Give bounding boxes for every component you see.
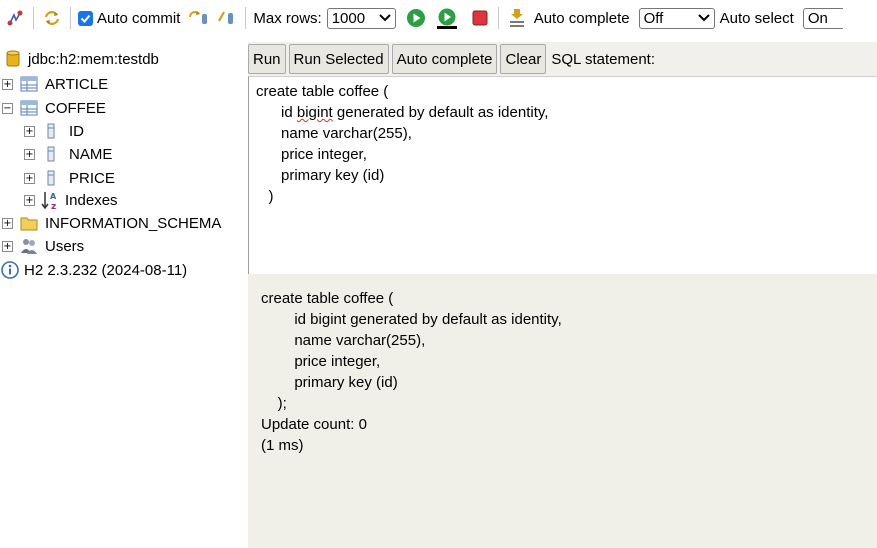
tree-item-article[interactable]: + ARTICLE <box>2 73 108 95</box>
tree-item-label: COFFEE <box>45 99 106 117</box>
chevron-down-icon <box>697 14 710 22</box>
tree-item-label: ID <box>69 122 84 140</box>
expand-icon[interactable]: + <box>2 240 13 252</box>
tree-item-label: INFORMATION_SCHEMA <box>45 214 222 232</box>
toolbar-separator <box>33 7 34 29</box>
expand-icon[interactable]: + <box>2 78 13 90</box>
chevron-down-icon <box>378 14 391 22</box>
stop-icon[interactable] <box>469 7 491 29</box>
expand-icon[interactable]: + <box>24 194 35 206</box>
column-icon <box>41 168 61 188</box>
toolbar-separator <box>70 7 71 29</box>
auto-complete-value: Off <box>643 9 664 27</box>
sort-az-icon: A z <box>41 190 61 210</box>
result-line: primary key (id) <box>261 374 398 391</box>
editor-line: price integer, <box>256 146 367 163</box>
sql-editor[interactable]: create table coffee ( id bigint generate… <box>248 76 877 274</box>
clear-button[interactable]: Clear <box>500 44 547 74</box>
editor-line: id bigint generated by default as identi… <box>256 102 877 123</box>
auto-select-value: On <box>807 9 828 27</box>
update-count: Update count: 0 <box>261 416 367 433</box>
expand-icon[interactable]: + <box>24 172 35 184</box>
editor-line: ) <box>256 188 274 205</box>
query-button-bar: Run Run Selected Auto complete Clear SQL… <box>248 42 877 76</box>
editor-line: name varchar(255), <box>256 125 412 142</box>
tree-item-indexes[interactable]: + A z Indexes <box>24 189 118 211</box>
folder-icon <box>19 213 39 233</box>
result-panel: create table coffee ( id bigint generate… <box>248 274 877 548</box>
commit-icon[interactable] <box>188 7 210 29</box>
expand-icon[interactable]: + <box>24 148 35 160</box>
connection-label: jdbc:h2:mem:testdb <box>28 50 159 68</box>
result-line: ); <box>261 395 287 412</box>
execution-time: (1 ms) <box>261 437 304 454</box>
tree-item-label: PRICE <box>69 169 115 187</box>
editor-line: create table coffee ( <box>256 83 389 100</box>
sql-statement-label: SQL statement: <box>551 50 656 68</box>
result-line: create table coffee ( <box>261 290 394 307</box>
toolbar: Auto commit Max rows: 1000 Auto complete… <box>0 0 877 36</box>
run-icon[interactable] <box>405 7 427 29</box>
auto-select-label: Auto select <box>719 9 794 27</box>
tree-item-information-schema[interactable]: + INFORMATION_SCHEMA <box>2 212 221 234</box>
toolbar-separator <box>245 7 247 29</box>
history-icon[interactable] <box>506 7 528 29</box>
auto-commit-label: Auto commit <box>97 9 181 27</box>
tree-item-column-name[interactable]: + NAME <box>24 143 112 165</box>
editor-text: id <box>256 104 297 121</box>
run-selected-button[interactable]: Run Selected <box>288 44 389 74</box>
max-rows-label: Max rows: <box>253 9 322 27</box>
svg-text:z: z <box>51 202 56 210</box>
expand-icon[interactable]: + <box>24 125 35 137</box>
result-line: name varchar(255), <box>261 332 426 349</box>
auto-select-select[interactable]: On <box>802 7 843 29</box>
object-tree: jdbc:h2:mem:testdb + ARTICLE − COFFEE + … <box>0 42 248 548</box>
auto-commit-checkbox[interactable] <box>78 10 93 26</box>
version-label: H2 2.3.232 (2024-08-11) <box>24 261 188 279</box>
tree-item-users[interactable]: + Users <box>2 235 84 257</box>
tree-item-label: NAME <box>69 145 113 163</box>
users-icon <box>19 236 39 256</box>
tree-item-label: Indexes <box>65 191 118 209</box>
tree-item-column-price[interactable]: + PRICE <box>24 167 115 189</box>
toolbar-separator <box>497 7 499 29</box>
spellcheck-word: bigint <box>296 104 333 121</box>
max-rows-value: 1000 <box>331 9 366 27</box>
result-line: id bigint generated by default as identi… <box>261 311 562 328</box>
tree-item-label: Users <box>45 237 85 255</box>
database-icon <box>3 49 23 69</box>
auto-complete-select[interactable]: Off <box>638 7 715 29</box>
rollback-icon[interactable] <box>216 7 238 29</box>
tree-item-coffee[interactable]: − COFFEE <box>2 97 106 119</box>
tree-item-label: ARTICLE <box>45 75 109 93</box>
info-icon <box>0 260 20 280</box>
column-icon <box>41 121 61 141</box>
column-icon <box>41 144 61 164</box>
run-selected-icon[interactable] <box>436 7 458 29</box>
result-line: price integer, <box>261 353 381 370</box>
editor-text: generated by default as identity, <box>332 104 549 121</box>
tree-connection[interactable]: jdbc:h2:mem:testdb <box>3 48 159 70</box>
svg-text:A: A <box>50 192 57 201</box>
run-button[interactable]: Run <box>248 44 286 74</box>
tree-version: H2 2.3.232 (2024-08-11) <box>0 259 187 281</box>
collapse-icon[interactable]: − <box>2 102 13 114</box>
editor-line: primary key (id) <box>256 167 385 184</box>
disconnect-icon[interactable] <box>4 7 26 29</box>
tree-item-column-id[interactable]: + ID <box>24 120 84 142</box>
refresh-icon[interactable] <box>41 7 63 29</box>
max-rows-select[interactable]: 1000 <box>326 7 396 29</box>
expand-icon[interactable]: + <box>2 217 13 229</box>
table-icon <box>19 98 39 118</box>
table-icon <box>19 74 39 94</box>
auto-complete-label: Auto complete <box>533 9 630 27</box>
auto-complete-button[interactable]: Auto complete <box>391 44 498 74</box>
